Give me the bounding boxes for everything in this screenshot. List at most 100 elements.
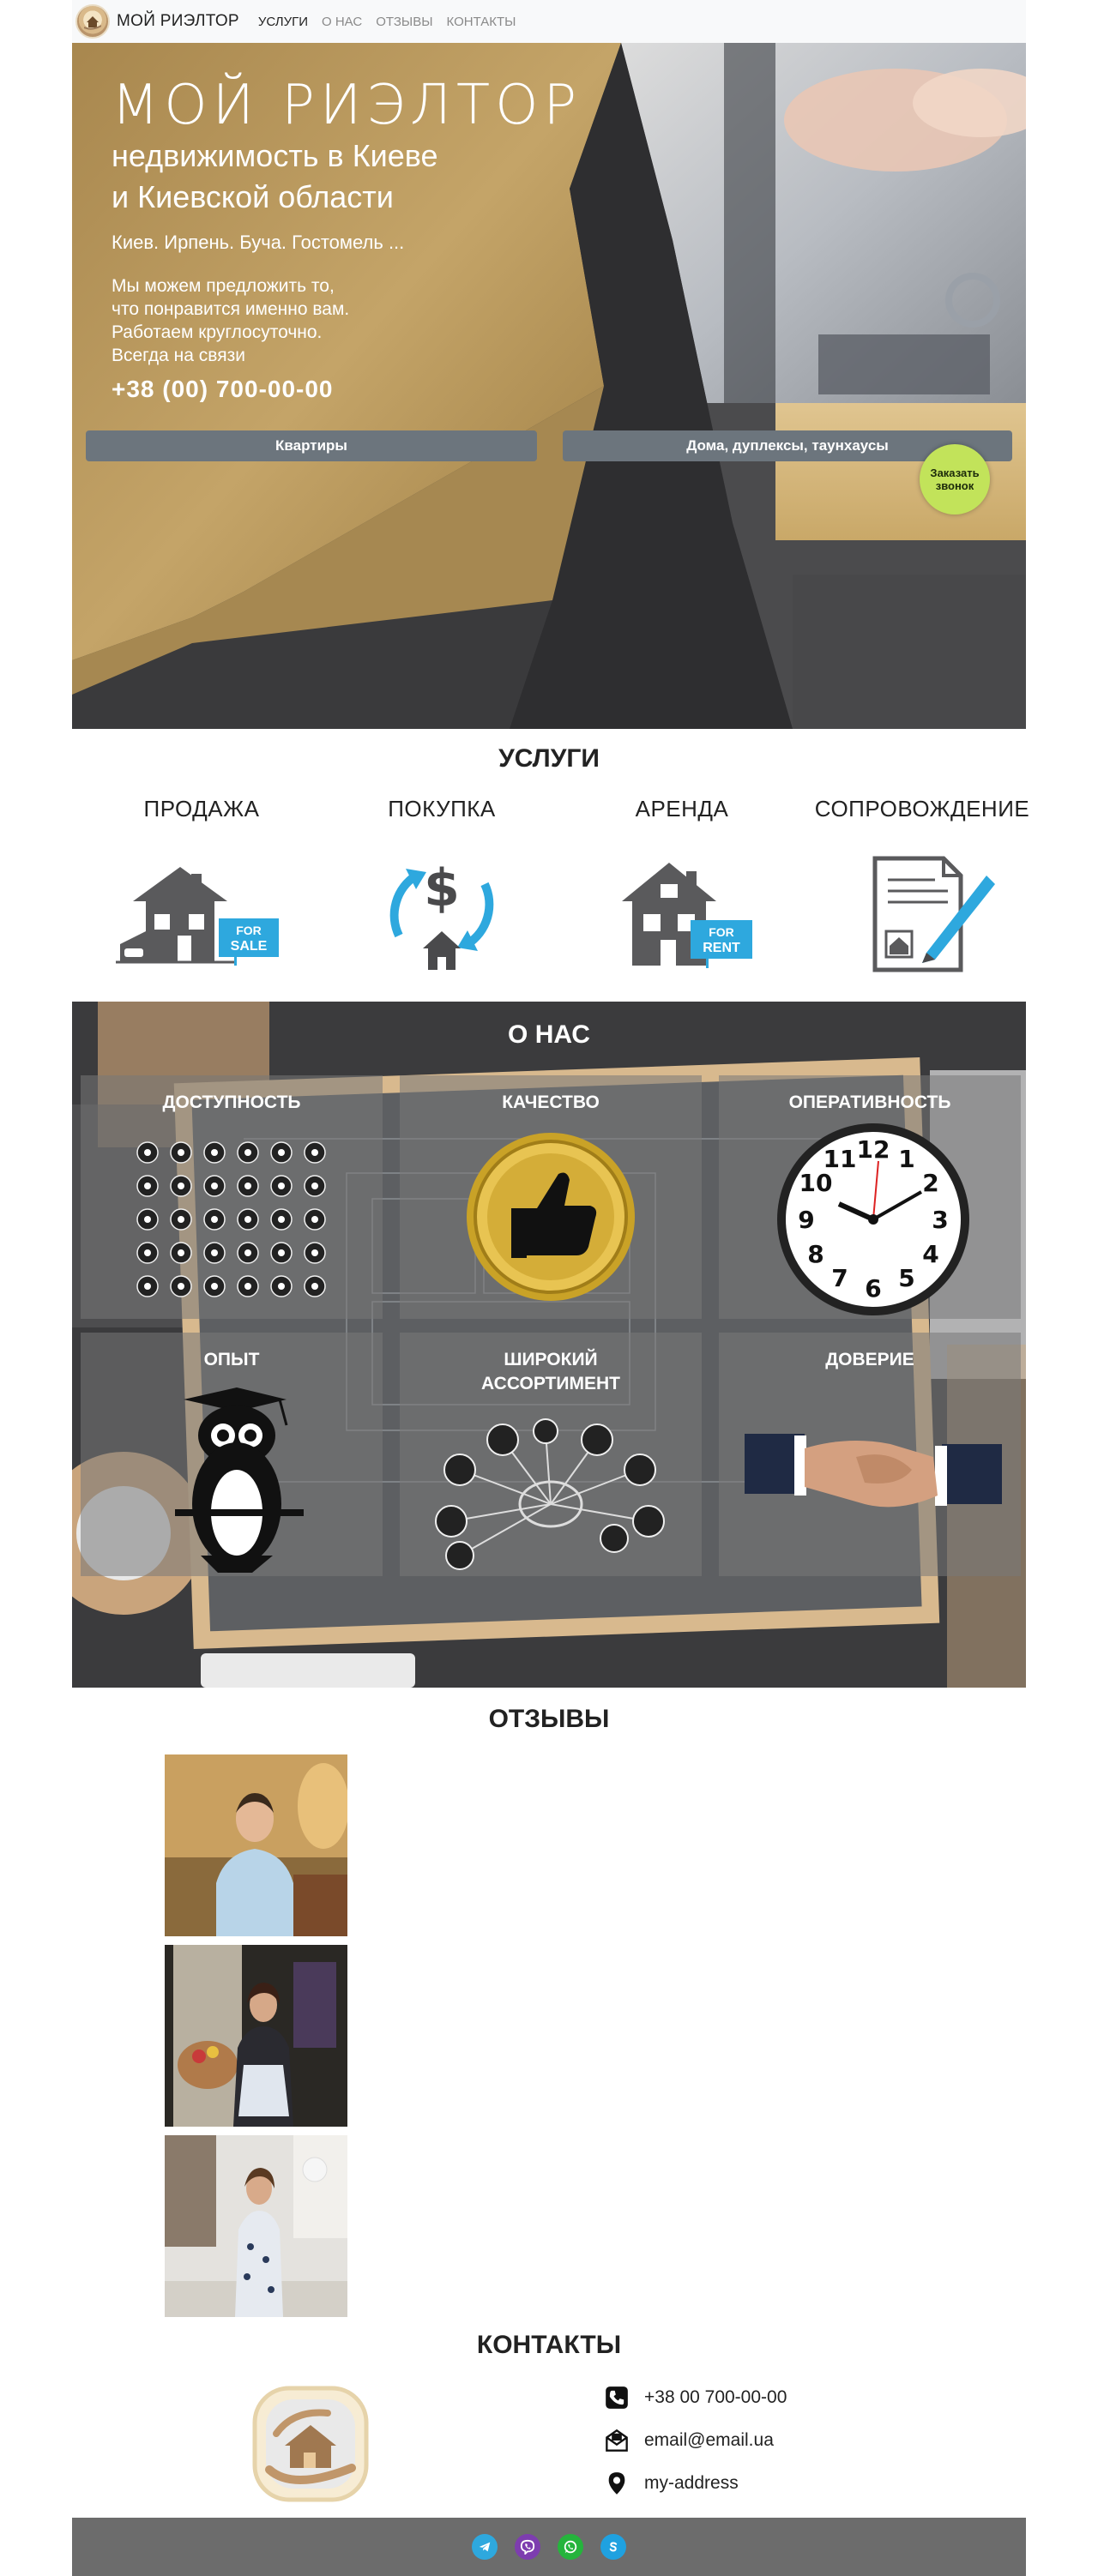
service-support[interactable]: СОПРОВОЖДЕНИЕ xyxy=(806,796,1038,983)
whatsapp-link[interactable] xyxy=(558,2534,583,2560)
about-title: О НАС xyxy=(508,1020,590,1049)
clock-number: 11 xyxy=(824,1145,857,1173)
tile-title: ДОСТУПНОСТЬ xyxy=(162,1092,301,1112)
telegram-icon xyxy=(479,2542,491,2552)
service-sale[interactable]: ПРОДАЖА FOR SALE xyxy=(86,796,317,983)
review-photo xyxy=(165,1945,347,2127)
skype-icon xyxy=(609,2542,618,2552)
whatsapp-icon xyxy=(564,2540,577,2554)
tile-quality: КАЧЕСТВО xyxy=(400,1075,702,1319)
tile-speed: ОПЕРАТИВНОСТЬ 12 1 2 3 4 5 6 7 8 9 10 11 xyxy=(719,1075,1021,1319)
footer xyxy=(72,2518,1026,2576)
viber-link[interactable] xyxy=(515,2534,540,2560)
contact-phone-text: +38 00 700-00-00 xyxy=(644,2387,787,2407)
house-for-rent-icon: FOR RENT xyxy=(622,863,752,968)
service-label: ПОКУПКА xyxy=(388,796,496,822)
telegram-link[interactable] xyxy=(472,2534,498,2560)
svg-text:FOR: FOR xyxy=(709,925,734,939)
nav-link-about[interactable]: О НАС xyxy=(322,15,362,29)
review-photo xyxy=(165,2135,347,2317)
hero-description-line: Всегда на связи xyxy=(112,346,245,365)
tile-assortment: ШИРОКИЙ АССОРТИМЕНТ xyxy=(400,1333,702,1576)
clock-number: 2 xyxy=(922,1169,938,1197)
hero-subtitle-line: недвижимость в Киеве xyxy=(112,138,438,173)
hero-description-line: Работаем круглосуточно. xyxy=(112,322,323,342)
clock-number: 5 xyxy=(898,1264,914,1292)
hero-subtitle-line: и Киевской области xyxy=(112,179,394,214)
hero-description-line: Мы можем предложить то, xyxy=(112,276,335,296)
svg-text:SALE: SALE xyxy=(231,939,268,954)
service-rent[interactable]: АРЕНДА FOR RENT xyxy=(566,796,798,983)
clock-number: 8 xyxy=(807,1240,824,1268)
apartments-button[interactable]: Квартиры xyxy=(86,430,537,461)
tile-title: ОПЕРАТИВНОСТЬ xyxy=(788,1092,951,1112)
contacts-title: КОНТАКТЫ xyxy=(476,2331,622,2359)
review-person-photo xyxy=(165,2135,347,2317)
contact-address[interactable]: my-address xyxy=(605,2471,739,2495)
hero-section: МОЙ РИЭЛТОР недвижимость в Киеве и Киевс… xyxy=(72,43,1026,729)
viber-icon xyxy=(520,2539,535,2555)
tile-title: ОПЫТ xyxy=(203,1350,260,1369)
clock-number: 1 xyxy=(898,1145,914,1173)
svg-text:RENT: RENT xyxy=(703,941,740,955)
clock-number: 7 xyxy=(831,1264,848,1292)
clock-number: 9 xyxy=(798,1206,814,1234)
tile-experience: ОПЫТ xyxy=(81,1333,383,1576)
review-person-photo xyxy=(165,1754,347,1936)
nav-link-reviews[interactable]: ОТЗЫВЫ xyxy=(376,15,432,29)
house-for-sale-icon: FOR SALE xyxy=(116,867,279,966)
clock-icon: 12 1 2 3 4 5 6 7 8 9 10 11 xyxy=(777,1123,969,1315)
realtor-logo-icon xyxy=(252,2386,369,2502)
envelope-icon xyxy=(606,2429,628,2452)
network-icons-icon xyxy=(435,1418,665,1570)
owl-icon xyxy=(175,1387,304,1573)
clock-number: 6 xyxy=(865,1274,881,1303)
service-label: АРЕНДА xyxy=(635,796,729,822)
clock-number: 4 xyxy=(922,1240,938,1268)
clock-number: 12 xyxy=(857,1135,890,1164)
about-section: О НАС ДОСТУПНОСТЬ КАЧЕСТВО ОПЕРАТИВНОСТЬ… xyxy=(72,1002,1026,1688)
tile-trust: ДОВЕРИЕ xyxy=(719,1333,1021,1576)
contact-phone[interactable]: +38 00 700-00-00 xyxy=(605,2386,787,2410)
hero-description-line: что понравится именно вам. xyxy=(112,299,350,319)
reviews-title: ОТЗЫВЫ xyxy=(488,1705,610,1733)
tile-title: ДОВЕРИЕ xyxy=(825,1350,914,1369)
svg-text:FOR: FOR xyxy=(236,924,262,937)
navbar: МОЙ РИЭЛТОР УСЛУГИ О НАС ОТЗЫВЫ КОНТАКТЫ xyxy=(72,0,1026,43)
services-title: УСЛУГИ xyxy=(498,744,600,773)
review-person-photo xyxy=(165,1945,347,2127)
thumbs-up-medal-icon xyxy=(467,1133,635,1301)
hero-phone[interactable]: +38 (00) 700-00-00 xyxy=(112,376,334,403)
contract-signing-icon xyxy=(872,856,995,972)
phone-icon xyxy=(606,2386,628,2409)
callback-label: звонок xyxy=(935,479,974,492)
brand[interactable]: МОЙ РИЭЛТОР xyxy=(75,4,239,39)
social-icons-grid-icon xyxy=(136,1141,326,1297)
hero-cities: Киев. Ирпень. Буча. Гостомель ... xyxy=(112,232,405,253)
service-label: ПРОДАЖА xyxy=(143,796,260,822)
callback-button[interactable]: Заказать звонок xyxy=(920,444,990,515)
hero-title: МОЙ РИЭЛТОР xyxy=(112,74,582,137)
nav-link-contacts[interactable]: КОНТАКТЫ xyxy=(447,15,516,29)
tile-title: КАЧЕСТВО xyxy=(502,1092,600,1112)
brand-logo-icon xyxy=(75,4,110,39)
tile-title: ШИРОКИЙ АССОРТИМЕНТ xyxy=(481,1350,620,1393)
svg-text:$: $ xyxy=(424,858,460,918)
contact-address-text: my-address xyxy=(644,2473,739,2493)
callback-label: Заказать xyxy=(930,466,980,479)
skype-link[interactable] xyxy=(600,2534,626,2560)
brand-name: МОЙ РИЭЛТОР xyxy=(117,12,239,30)
map-pin-icon xyxy=(608,2472,625,2495)
nav-link-services[interactable]: УСЛУГИ xyxy=(258,15,308,29)
contact-email[interactable]: email@email.ua xyxy=(605,2429,774,2453)
service-label: СОПРОВОЖДЕНИЕ xyxy=(814,796,1030,822)
review-photo xyxy=(165,1754,347,1936)
clock-number: 3 xyxy=(932,1206,948,1234)
nav-menu: УСЛУГИ О НАС ОТЗЫВЫ КОНТАКТЫ xyxy=(258,15,516,29)
tile-availability: ДОСТУПНОСТЬ xyxy=(81,1075,383,1319)
handshake-icon xyxy=(745,1434,1002,1508)
buy-exchange-icon: $ xyxy=(389,858,494,970)
contact-email-text: email@email.ua xyxy=(644,2430,774,2450)
hero-description: Мы можем предложить то, что понравится и… xyxy=(112,274,349,367)
service-purchase[interactable]: ПОКУПКА $ xyxy=(326,796,558,983)
